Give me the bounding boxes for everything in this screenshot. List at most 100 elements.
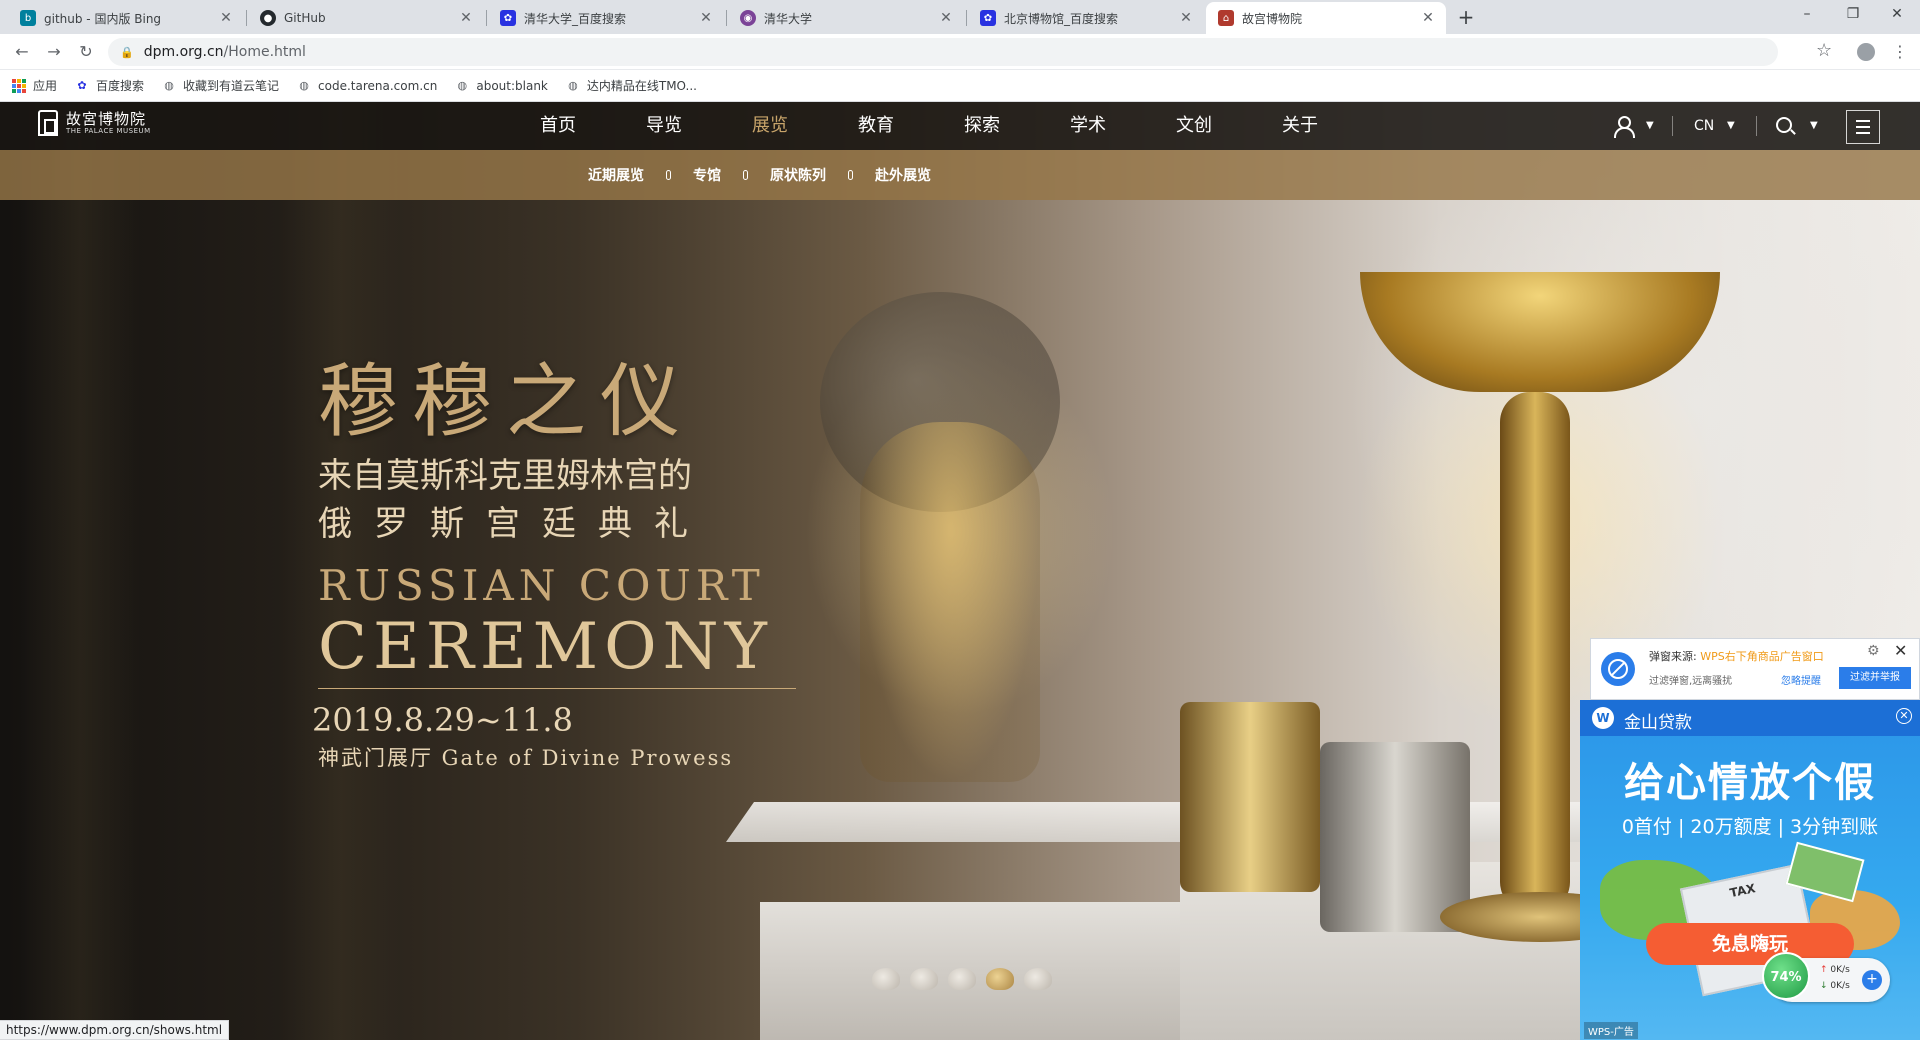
- browser-toolbar: ← → ↻ 🔒 dpm.org.cn/Home.html ☆ ⋮: [0, 34, 1920, 70]
- silver-tankard: [1320, 742, 1470, 932]
- user-dropdown-icon[interactable]: ▼: [1646, 102, 1654, 150]
- hamburger-menu-button[interactable]: [1846, 110, 1880, 144]
- close-tab-icon[interactable]: ✕: [458, 10, 474, 26]
- globe-icon: ◍: [568, 79, 578, 92]
- tab-bing[interactable]: b github - 国内版 Bing ✕: [8, 2, 244, 34]
- menu-item-cultural-products[interactable]: 文创: [1141, 102, 1247, 150]
- tab-strip: b github - 国内版 Bing ✕ ● GitHub ✕ ✿ 清华大学_…: [0, 0, 1920, 34]
- carousel-dot[interactable]: [948, 968, 976, 990]
- search-dropdown-icon[interactable]: ▼: [1810, 102, 1818, 150]
- popup-source-label: 弹窗来源:: [1649, 650, 1697, 663]
- language-dropdown-icon[interactable]: ▼: [1727, 102, 1735, 150]
- gear-icon[interactable]: ⚙: [1867, 643, 1880, 659]
- tab-divider: [726, 10, 727, 26]
- popup-source: 弹窗来源: WPS右下角商品广告窗口: [1649, 648, 1824, 664]
- filter-and-report-button[interactable]: 过滤并举报: [1839, 667, 1911, 689]
- wps-logo-icon: W: [1592, 707, 1614, 729]
- hero-banner[interactable]: 穆穆之仪 来自莫斯科克里姆林宫的 俄罗斯宫廷典礼 RUSSIAN COURT C…: [312, 352, 808, 775]
- tab-github[interactable]: ● GitHub ✕: [248, 2, 484, 34]
- menu-item-exhibitions[interactable]: 展览: [717, 102, 823, 150]
- upload-speed: ↑ 0K/s: [1820, 965, 1850, 975]
- reload-button[interactable]: ↻: [74, 40, 98, 64]
- close-ad-icon[interactable]: ✕: [1896, 708, 1912, 724]
- baidu-paw-icon: ✿: [980, 10, 996, 26]
- carousel-dot[interactable]: [872, 968, 900, 990]
- forward-button[interactable]: →: [42, 40, 66, 64]
- minimize-button[interactable]: –: [1784, 0, 1830, 30]
- main-menu: 首页 导览 展览 教育 探索 学术 文创 关于: [505, 102, 1353, 150]
- bing-icon: b: [20, 10, 36, 26]
- carousel-dot[interactable]: [910, 968, 938, 990]
- close-tab-icon[interactable]: ✕: [1178, 10, 1194, 26]
- menu-item-home[interactable]: 首页: [505, 102, 611, 150]
- back-button[interactable]: ←: [10, 40, 34, 64]
- tab-title: github - 国内版 Bing: [44, 11, 162, 26]
- globe-icon: ◍: [164, 79, 174, 92]
- popup-source-value: WPS右下角商品广告窗口: [1700, 650, 1824, 663]
- menu-item-education[interactable]: 教育: [823, 102, 929, 150]
- ad-tag: WPS-广告: [1584, 1022, 1638, 1039]
- logo-name: 故宮博物院: [66, 109, 147, 128]
- speed-boost-button[interactable]: +: [1862, 970, 1882, 990]
- menu-item-research[interactable]: 学术: [1035, 102, 1141, 150]
- background-pillar: [20, 102, 140, 1040]
- close-window-button[interactable]: ✕: [1874, 0, 1920, 30]
- gold-tankard: [1180, 702, 1320, 892]
- hero-subtitle-line1: 来自莫斯科克里姆林宫的: [318, 456, 692, 496]
- subnav-recent-exhibitions[interactable]: 近期展览: [566, 165, 666, 185]
- bookmark-apps[interactable]: 应用: [12, 77, 57, 94]
- memory-percent: 74%: [1762, 952, 1810, 1000]
- ignore-reminder-link[interactable]: 忽略提醒: [1781, 672, 1821, 687]
- bookmark-label: about:blank: [476, 78, 548, 93]
- subnav-overseas-exhibitions[interactable]: 赴外展览: [853, 165, 953, 185]
- new-tab-button[interactable]: +: [1452, 4, 1480, 32]
- browser-menu-icon[interactable]: ⋮: [1892, 42, 1908, 61]
- carousel-indicators: [872, 968, 1052, 990]
- site-navbar: 故宮博物院 THE PALACE MUSEUM 首页 导览 展览 教育 探索 学…: [0, 102, 1920, 150]
- popup-hint: 过滤弹窗,远离骚扰: [1649, 676, 1733, 687]
- globe-icon: ◍: [299, 79, 309, 92]
- carousel-dot[interactable]: [1024, 968, 1052, 990]
- tab-divider: [966, 10, 967, 26]
- palace-museum-icon: ⌂: [1218, 10, 1234, 26]
- carousel-dot[interactable]: [986, 968, 1014, 990]
- palace-museum-logo[interactable]: 故宮博物院 THE PALACE MUSEUM: [38, 110, 151, 136]
- tsinghua-icon: ◉: [740, 10, 756, 26]
- tab-baidu-tsinghua[interactable]: ✿ 清华大学_百度搜索 ✕: [488, 2, 724, 34]
- logo-subtitle: THE PALACE MUSEUM: [66, 126, 151, 135]
- close-tab-icon[interactable]: ✕: [698, 10, 714, 26]
- close-tab-icon[interactable]: ✕: [218, 10, 234, 26]
- bookmark-tarena[interactable]: ◍ code.tarena.com.cn: [297, 79, 437, 93]
- search-icon[interactable]: [1776, 117, 1792, 133]
- network-speed-widget[interactable]: 74% ↑ 0K/s ↓ 0K/s +: [1762, 952, 1890, 1002]
- close-tab-icon[interactable]: ✕: [1420, 10, 1436, 26]
- tab-baidu-museum[interactable]: ✿ 北京博物馆_百度搜索 ✕: [968, 2, 1204, 34]
- tab-tsinghua[interactable]: ◉ 清华大学 ✕: [728, 2, 964, 34]
- close-icon[interactable]: ✕: [1894, 641, 1907, 660]
- menu-item-about[interactable]: 关于: [1247, 102, 1353, 150]
- bookmark-baidu[interactable]: ✿ 百度搜索: [75, 77, 144, 94]
- menu-item-guide[interactable]: 导览: [611, 102, 717, 150]
- palace-seal-icon: [38, 110, 58, 136]
- maximize-button[interactable]: ❐: [1830, 0, 1876, 30]
- tab-palace-museum[interactable]: ⌂ 故宫博物院 ✕: [1206, 2, 1446, 34]
- address-bar[interactable]: 🔒 dpm.org.cn/Home.html: [108, 38, 1778, 66]
- menu-item-explore[interactable]: 探索: [929, 102, 1035, 150]
- apps-grid-icon: [12, 78, 26, 93]
- github-icon: ●: [260, 10, 276, 26]
- close-tab-icon[interactable]: ✕: [938, 10, 954, 26]
- subnav-original-displays[interactable]: 原状陈列: [748, 165, 848, 185]
- tab-title: 清华大学: [764, 11, 813, 26]
- bookmark-tmo[interactable]: ◍ 达内精品在线TMO...: [566, 77, 697, 94]
- subnav-special-halls[interactable]: 专馆: [671, 165, 743, 185]
- language-selector[interactable]: CN: [1694, 102, 1714, 150]
- baidu-paw-icon: ✿: [500, 10, 516, 26]
- nav-divider: [1672, 116, 1673, 136]
- bookmark-about-blank[interactable]: ◍ about:blank: [455, 79, 548, 93]
- tab-divider: [246, 10, 247, 26]
- user-icon[interactable]: [1613, 116, 1635, 138]
- profile-avatar[interactable]: [1857, 43, 1875, 61]
- bookmark-label: 收藏到有道云笔记: [183, 79, 280, 93]
- bookmark-youdao[interactable]: ◍ 收藏到有道云笔记: [162, 77, 279, 94]
- bookmark-star-icon[interactable]: ☆: [1816, 40, 1832, 61]
